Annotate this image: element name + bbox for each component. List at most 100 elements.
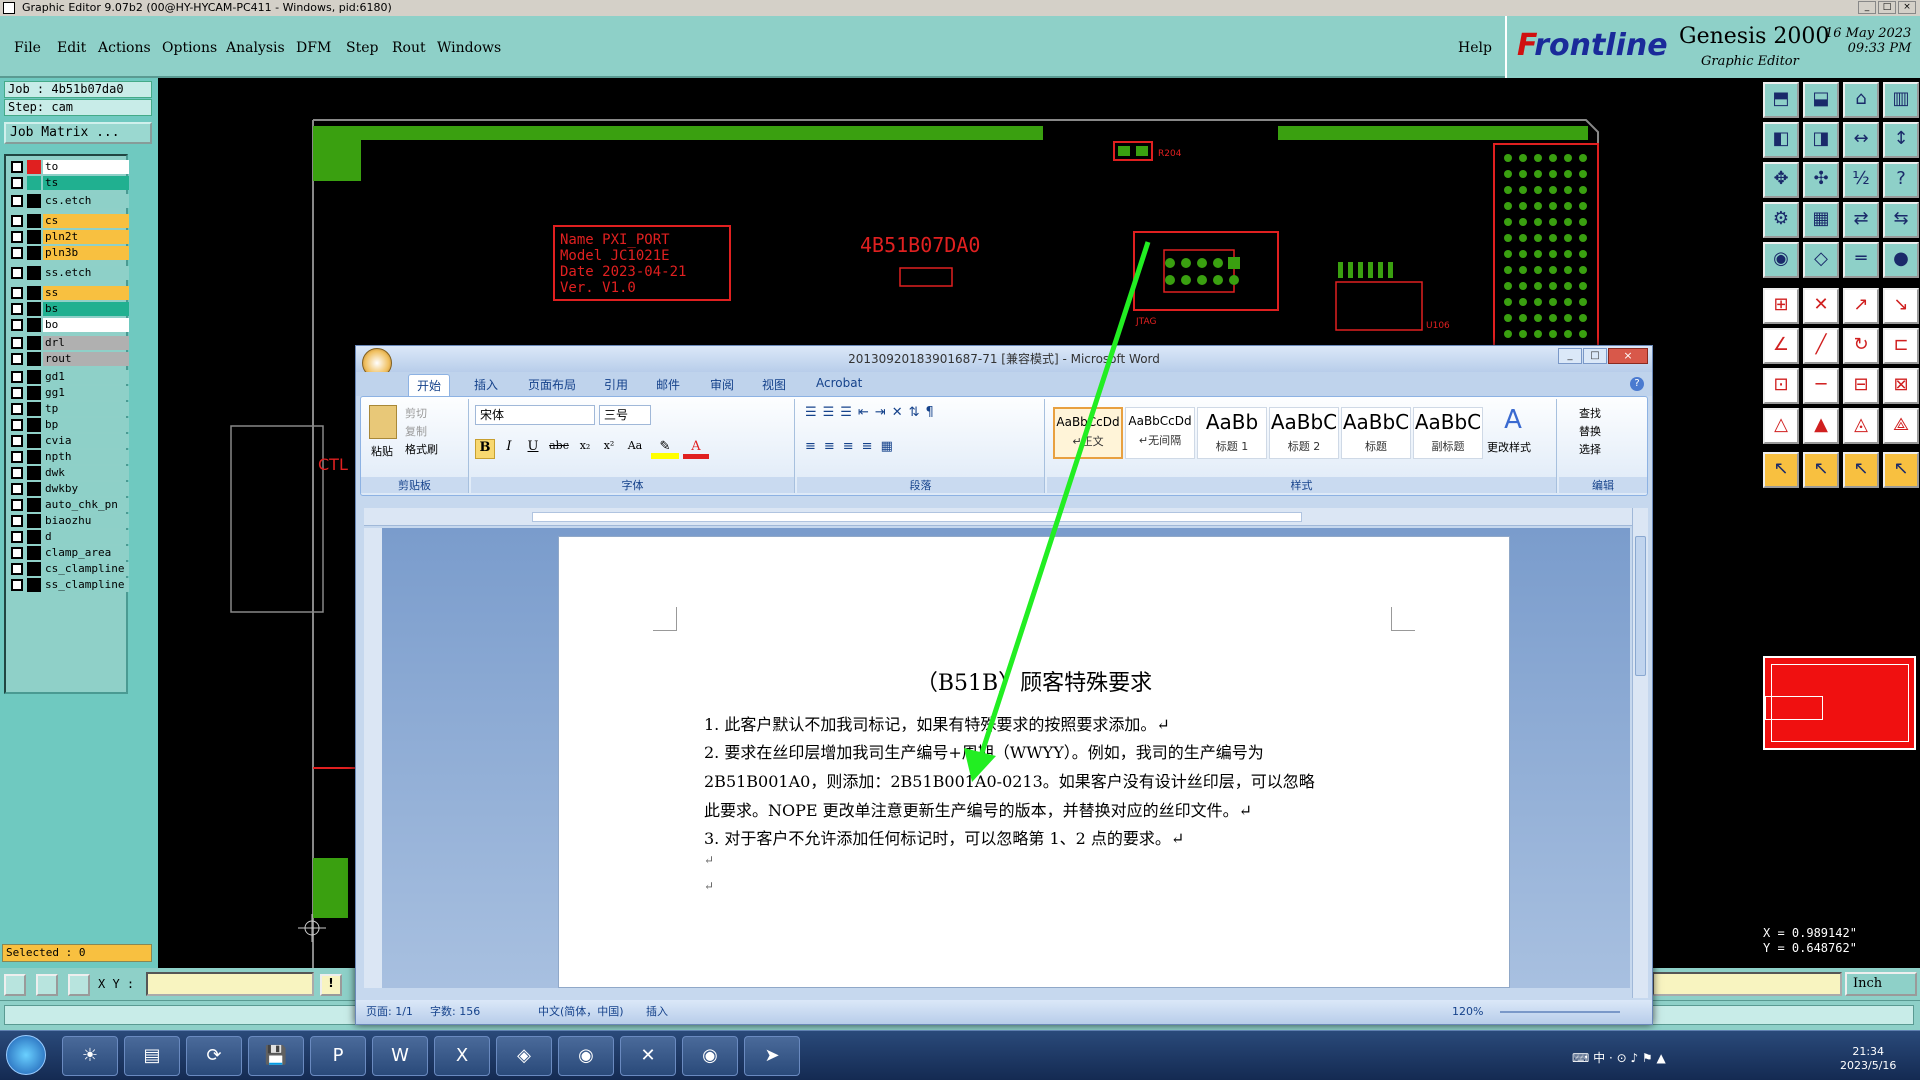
layer-checkbox[interactable] (11, 287, 23, 299)
tool-button[interactable]: ↘ (1883, 288, 1919, 324)
font-color-icon[interactable]: A (683, 439, 709, 459)
layer-checkbox[interactable] (11, 435, 23, 447)
layer-checkbox[interactable] (11, 403, 23, 415)
layer-name[interactable]: rout (43, 352, 129, 366)
layer-name[interactable]: clamp_area (43, 546, 129, 560)
layer-row[interactable]: clamp_area (9, 546, 129, 560)
tab-home[interactable]: 开始 (408, 374, 451, 396)
word-window[interactable]: 20130920183901687-71 [兼容模式] - Microsoft … (355, 345, 1653, 1025)
help-icon[interactable]: ? (1630, 377, 1644, 391)
tool-button[interactable]: △ (1763, 408, 1799, 444)
layer-row[interactable]: cs_clampline (9, 562, 129, 576)
vertical-scrollbar[interactable] (1632, 508, 1648, 998)
format-painter-button[interactable]: 格式刷 (405, 441, 438, 457)
tool-button[interactable]: ⊟ (1843, 368, 1879, 404)
layer-name[interactable]: gg1 (43, 386, 129, 400)
taskbar-app-button[interactable]: ◈ (496, 1036, 552, 1076)
style-gallery-item[interactable]: AaBbCcDd ↵正文 (1053, 407, 1123, 459)
layer-row[interactable]: cs (9, 214, 129, 228)
tab-insert[interactable]: 插入 (474, 376, 498, 393)
taskbar-app-button[interactable]: W (372, 1036, 428, 1076)
menu-rout[interactable]: Rout (392, 40, 426, 56)
layer-checkbox[interactable] (11, 499, 23, 511)
layer-name[interactable]: ss_clampline (43, 578, 129, 592)
word-close-button[interactable]: × (1608, 348, 1648, 364)
page-count[interactable]: 页面: 1/1 (366, 1000, 413, 1024)
strikethrough-button[interactable]: abc (547, 439, 571, 459)
tool-button[interactable]: ◨ (1803, 122, 1839, 158)
style-gallery-item[interactable]: AaBbCcDd ↵无间隔 (1125, 407, 1195, 459)
minimize-button[interactable]: _ (1858, 1, 1876, 14)
layer-name[interactable]: pln3b (43, 246, 129, 260)
layer-checkbox[interactable] (11, 267, 23, 279)
layer-checkbox[interactable] (11, 547, 23, 559)
zoom-level[interactable]: 120% (1452, 1000, 1483, 1024)
taskbar-app-button[interactable]: ☀ (62, 1036, 118, 1076)
copy-button[interactable]: 复制 (405, 423, 427, 439)
layer-checkbox[interactable] (11, 161, 23, 173)
close-button[interactable]: × (1898, 1, 1916, 14)
change-styles-label[interactable]: 更改样式 (1487, 439, 1531, 455)
tool-button[interactable]: ✕ (1803, 288, 1839, 324)
layer-checkbox[interactable] (11, 231, 23, 243)
word-minimize-button[interactable]: _ (1558, 348, 1582, 364)
change-case-button[interactable]: Aa (623, 439, 647, 459)
tool-button[interactable]: ◉ (1763, 242, 1799, 278)
layer-row[interactable]: bs (9, 302, 129, 316)
layer-checkbox[interactable] (11, 467, 23, 479)
tool-button[interactable]: ↻ (1843, 328, 1879, 364)
menu-actions[interactable]: Actions (98, 40, 151, 56)
tool-button[interactable]: ? (1883, 162, 1919, 198)
font-size-select[interactable]: 三号 (599, 405, 651, 425)
word-count[interactable]: 字数: 156 (430, 1000, 480, 1024)
layer-checkbox[interactable] (11, 215, 23, 227)
taskbar-app-button[interactable]: ➤ (744, 1036, 800, 1076)
layer-name[interactable]: tp (43, 402, 129, 416)
layer-name[interactable]: dwkby (43, 482, 129, 496)
tool-button[interactable]: ↖ (1803, 452, 1839, 488)
layer-checkbox[interactable] (11, 319, 23, 331)
layer-row[interactable]: cvia (9, 434, 129, 448)
taskbar-app-button[interactable]: P (310, 1036, 366, 1076)
layer-row[interactable]: tp (9, 402, 129, 416)
underline-button[interactable]: U (523, 439, 543, 459)
tool-button[interactable]: ↖ (1883, 452, 1919, 488)
layer-checkbox[interactable] (11, 303, 23, 315)
zoom-slider[interactable] (1500, 1011, 1620, 1013)
tool-button-3[interactable] (68, 974, 90, 996)
layer-row[interactable]: bo (9, 318, 129, 332)
list-icons[interactable]: ☰☰☰⇤⇥✕⇅¶ (805, 405, 940, 420)
replace-button[interactable]: 替换 (1579, 423, 1601, 439)
tool-button[interactable]: ↕ (1883, 122, 1919, 158)
layer-row[interactable]: ts (9, 176, 129, 190)
tool-button[interactable]: ⇆ (1883, 202, 1919, 238)
tool-button[interactable]: ½ (1843, 162, 1879, 198)
layer-row[interactable]: auto_chk_pn (9, 498, 129, 512)
menu-step[interactable]: Step (346, 40, 378, 56)
tool-button[interactable]: ▥ (1883, 82, 1919, 118)
layer-name[interactable]: d (43, 530, 129, 544)
layer-row[interactable]: dwk (9, 466, 129, 480)
tool-button[interactable]: ↖ (1843, 452, 1879, 488)
find-button[interactable]: 查找 (1579, 405, 1601, 421)
units-selector[interactable]: Inch (1845, 972, 1917, 996)
style-gallery-item[interactable]: AaBbC 标题 (1341, 407, 1411, 459)
highlight-icon[interactable]: ✎ (651, 439, 679, 459)
style-gallery-item[interactable]: AaBb 标题 1 (1197, 407, 1267, 459)
tool-button[interactable]: ↗ (1843, 288, 1879, 324)
word-restore-button[interactable]: □ (1583, 348, 1607, 364)
layer-checkbox[interactable] (11, 579, 23, 591)
tool-button[interactable]: ▲ (1803, 408, 1839, 444)
change-styles-icon[interactable]: A (1493, 405, 1533, 435)
menu-analysis[interactable]: Analysis (226, 40, 285, 56)
tool-button[interactable]: ⬒ (1763, 82, 1799, 118)
tool-button[interactable]: ─ (1803, 368, 1839, 404)
menu-dfm[interactable]: DFM (296, 40, 331, 56)
tool-button[interactable]: ⬓ (1803, 82, 1839, 118)
language-status[interactable]: 中文(简体，中国) (538, 1000, 624, 1024)
layer-name[interactable]: cs_clampline (43, 562, 129, 576)
tool-button[interactable]: ✣ (1803, 162, 1839, 198)
taskbar-app-button[interactable]: ◉ (682, 1036, 738, 1076)
layer-name[interactable]: bs (43, 302, 129, 316)
layer-name[interactable]: bo (43, 318, 129, 332)
